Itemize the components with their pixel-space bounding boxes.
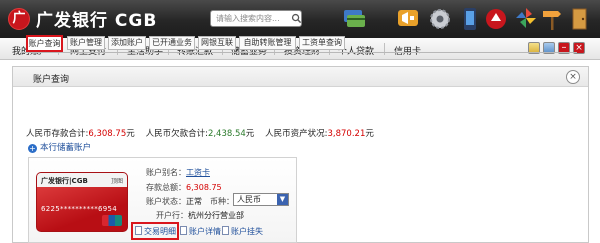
deposit-value: 6,308.75: [88, 129, 127, 139]
panel-title: 账户查询: [33, 75, 70, 85]
tab-opened-services[interactable]: 已开通业务: [149, 36, 195, 50]
panel-header: 账户查询 ×: [13, 67, 588, 87]
status-label: 账户状态：: [146, 197, 186, 206]
sign-post-icon[interactable]: [540, 6, 564, 32]
asset-unit: 元: [365, 129, 374, 139]
bank-card-corner-label: 顶图: [110, 178, 123, 185]
alias-label: 账户别名：: [146, 168, 186, 177]
nav-divider: [384, 43, 385, 55]
tab-payslip-query[interactable]: 工资单查询: [299, 36, 345, 50]
savings-account-link[interactable]: + 本行储蓄账户: [28, 141, 91, 153]
brand-logo-icon: 广: [8, 7, 30, 30]
account-detail-label: 账户详情: [189, 227, 221, 236]
alias-row: 账户别名：工资卡: [146, 167, 210, 178]
asset-label: 人民币资产状况:: [265, 129, 328, 139]
debt-unit: 元: [245, 129, 255, 139]
exit-door-icon[interactable]: [568, 6, 592, 32]
debt-label: 人民币欠款合计:: [145, 129, 208, 139]
chevron-down-icon[interactable]: ▼: [277, 194, 288, 205]
currency-select-value: 人民币: [237, 195, 261, 204]
currency-select[interactable]: 人民币 ▼: [233, 193, 289, 206]
phone-icon[interactable]: [458, 6, 482, 32]
settings-gear-icon[interactable]: [428, 6, 452, 32]
brand[interactable]: 广 广发银行 CGB: [8, 6, 157, 31]
unionpay-logo-icon: [102, 215, 122, 226]
bank-card-number: 6225**********6954: [41, 205, 118, 213]
document-icon: [222, 226, 229, 235]
debt-value: 2,438.54: [207, 129, 246, 139]
highlight-box: [131, 222, 179, 240]
balance-value: 6,308.75: [186, 183, 222, 192]
pinwheel-icon[interactable]: [514, 6, 538, 32]
search-icon[interactable]: [291, 13, 302, 24]
report-loss-label: 账户挂失: [231, 227, 263, 236]
savings-account-label: 本行储蓄账户: [40, 143, 92, 153]
deposit-unit: 元: [126, 129, 135, 139]
status-row: 账户状态：正常: [146, 196, 202, 207]
bank-card-bank-name: 广发银行|CGB: [41, 177, 88, 185]
brand-name: 广发银行 CGB: [36, 11, 158, 31]
bank-logo-icon[interactable]: [484, 6, 508, 32]
tab-self-transfer[interactable]: 自助转账管理: [239, 36, 296, 50]
tab-account-query[interactable]: 账户查询: [26, 35, 63, 52]
branch-value: 杭州分行营业部: [188, 211, 244, 220]
asset-value: 3,870.21: [327, 129, 366, 139]
tab-add-account[interactable]: 添加账户: [108, 36, 146, 50]
announcement-icon[interactable]: [396, 6, 420, 32]
currency-label: 币种：: [210, 197, 234, 206]
nav-credit-card[interactable]: 信用卡: [394, 44, 421, 57]
card-stack-icon[interactable]: [342, 6, 366, 32]
branch-row: 开户行：杭州分行营业部: [156, 210, 244, 221]
tab-divider: [22, 52, 577, 53]
report-loss-link[interactable]: 账户挂失: [222, 226, 263, 237]
tab-online-interlink[interactable]: 网银互联: [198, 36, 236, 50]
status-value: 正常: [186, 197, 202, 206]
top-header: 广 广发银行 CGB 请输入搜索内容...: [0, 0, 600, 38]
account-detail-link[interactable]: 账户详情: [180, 226, 221, 237]
panel-close-icon[interactable]: ×: [566, 70, 580, 84]
branch-label: 开户行：: [156, 211, 188, 220]
deposit-label: 人民币存款合计:: [26, 129, 89, 139]
bank-card-image: 广发银行|CGB 顶图 6225**********6954: [36, 172, 128, 232]
plus-circle-icon: +: [28, 144, 37, 153]
document-icon: [180, 226, 187, 235]
alias-value-link[interactable]: 工资卡: [186, 168, 210, 177]
tab-account-manage[interactable]: 账户管理: [67, 36, 105, 50]
asset-summary: 人民币存款合计:6,308.75元 人民币欠款合计:2,438.54元 人民币资…: [26, 127, 374, 139]
search-input[interactable]: 请输入搜索内容...: [210, 10, 302, 27]
balance-row: 存款总额：6,308.75: [146, 182, 222, 193]
balance-label: 存款总额：: [146, 183, 186, 192]
